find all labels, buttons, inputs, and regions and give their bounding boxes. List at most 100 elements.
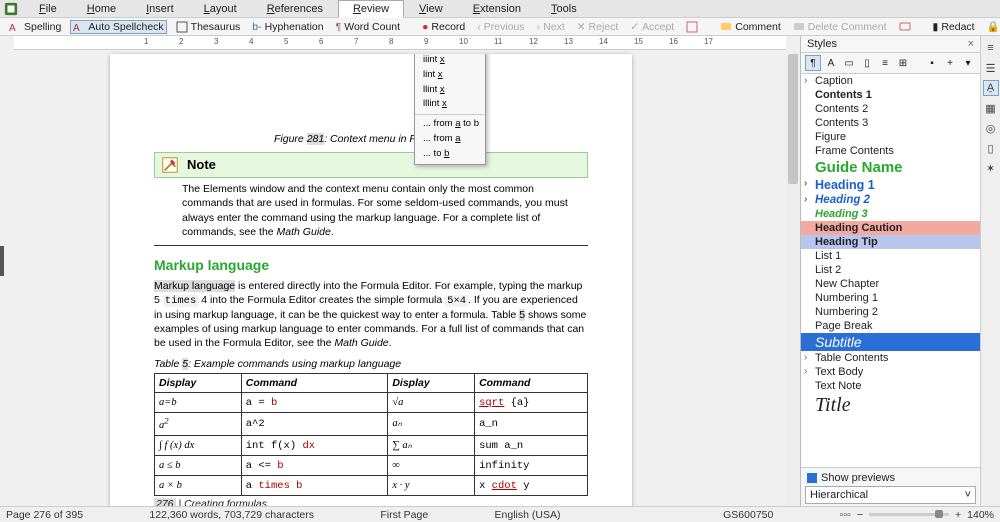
menu-insert[interactable]: Insert [131, 0, 189, 18]
show-changes-button[interactable] [683, 20, 701, 34]
table-row: ∫ f (x) dxint f(x) dx∑ aₙsum a_n [155, 435, 588, 455]
inspector-deck-icon[interactable]: ✶ [983, 160, 999, 176]
menu-home[interactable]: Home [72, 0, 131, 18]
table-row: a × ba times bx · yx cdot y [155, 476, 588, 496]
delete-comment-button[interactable]: Delete Comment [790, 20, 890, 34]
properties-deck-icon[interactable]: ☰ [983, 60, 999, 76]
side-panel: Styles × ¶ A ▭ ▯ ≡ ⊞ ▪ + ▾ CaptionConte [800, 36, 1000, 506]
horizontal-ruler[interactable]: 1234567891011121314151617 [14, 36, 786, 50]
style-contents-3[interactable]: Contents 3 [801, 116, 980, 130]
protect-button[interactable]: 🔒 Protect [984, 19, 1000, 34]
close-icon[interactable]: × [968, 38, 974, 50]
hyphenation-button[interactable]: b-Hyphenation [249, 20, 326, 34]
style-heading-tip[interactable]: Heading Tip [801, 235, 980, 249]
style-subtitle[interactable]: Subtitle [801, 333, 980, 351]
figure-caption: Figure 281: Context menu in Formula Edit… [154, 132, 588, 146]
style-list-2[interactable]: List 2 [801, 263, 980, 277]
style-table-contents[interactable]: Table Contents [801, 351, 980, 365]
thesaurus-button[interactable]: Thesaurus [173, 20, 244, 34]
navigator-deck-icon[interactable]: ◎ [983, 120, 999, 136]
reject-button[interactable]: ✕ Reject [574, 20, 622, 34]
table-row: a2a^2aₙa_n [155, 413, 588, 436]
styles-list[interactable]: CaptionContents 1Contents 2Contents 3Fig… [801, 74, 980, 467]
ctx-item[interactable]: ... from a to b [415, 117, 485, 132]
zoom-value[interactable]: 140% [967, 509, 994, 521]
menu-tools[interactable]: Tools [536, 0, 592, 18]
styles-deck-icon[interactable]: A̱ [983, 80, 999, 96]
zoom-slider[interactable] [869, 513, 949, 516]
menu-view[interactable]: View [404, 0, 458, 18]
character-styles-icon[interactable]: A [823, 55, 839, 71]
vertical-scrollbar[interactable] [786, 50, 800, 506]
menu-layout[interactable]: Layout [189, 0, 252, 18]
style-contents-2[interactable]: Contents 2 [801, 102, 980, 116]
fill-format-icon[interactable]: ▪ [924, 55, 940, 71]
menu-file[interactable]: File [24, 0, 72, 18]
styles-filter-combo[interactable]: Hierarchical˅ [805, 486, 976, 504]
spelling-button[interactable]: ASpelling [6, 20, 64, 34]
previous-button[interactable]: ‹ Previous [474, 20, 527, 34]
status-bar: Page 276 of 395 122,360 words, 703,729 c… [0, 506, 1000, 522]
sidebar-settings-icon[interactable]: ≡ [983, 40, 999, 56]
ctx-item[interactable]: ... to b [415, 147, 485, 162]
menu-extension[interactable]: Extension [458, 0, 536, 18]
style-contents-1[interactable]: Contents 1 [801, 88, 980, 102]
style-actions-icon[interactable]: ▾ [960, 55, 976, 71]
next-button[interactable]: › Next [534, 20, 568, 34]
ctx-item[interactable]: iiint x [415, 54, 485, 68]
app-logo [4, 2, 18, 16]
auto-spellcheck-button[interactable]: AAuto Spellcheck [70, 20, 166, 34]
style-heading-caution[interactable]: Heading Caution [801, 221, 980, 235]
style-numbering-2[interactable]: Numbering 2 [801, 305, 980, 319]
table-caption: Table 5: Example commands using markup l… [154, 357, 588, 371]
status-zoom[interactable]: ▫▫▫ − + 140% [840, 509, 994, 521]
page-deck-icon[interactable]: ▯ [983, 140, 999, 156]
review-toolbar: ASpelling AAuto Spellcheck Thesaurus b-H… [0, 18, 1000, 36]
table-header: Command [241, 373, 388, 392]
style-figure[interactable]: Figure [801, 130, 980, 144]
frame-styles-icon[interactable]: ▭ [841, 55, 857, 71]
ctx-item[interactable]: llint x [415, 83, 485, 98]
style-heading-2[interactable]: Heading 2 [801, 193, 980, 207]
ctx-item[interactable]: ... from a [415, 132, 485, 147]
style-page-break[interactable]: Page Break [801, 319, 980, 333]
ctx-item[interactable]: lllint x [415, 97, 485, 112]
document-area: 1234567891011121314151617 iiint xlint xl… [0, 36, 800, 506]
new-style-icon[interactable]: + [942, 55, 958, 71]
accept-button[interactable]: ✓ Accept [627, 20, 677, 34]
status-page-style[interactable]: First Page [380, 509, 428, 521]
sidebar-deck-rail: ≡ ☰ A̱ ▦ ◎ ▯ ✶ [980, 36, 1000, 506]
paragraph-styles-icon[interactable]: ¶ [805, 55, 821, 71]
change-mark [0, 246, 4, 276]
style-text-body[interactable]: Text Body [801, 365, 980, 379]
menu-references[interactable]: References [252, 0, 338, 18]
show-previews-checkbox[interactable]: Show previews [805, 470, 976, 486]
list-styles-icon[interactable]: ≡ [877, 55, 893, 71]
menu-review[interactable]: Review [338, 0, 404, 18]
format-comments-button[interactable] [896, 20, 914, 34]
comment-button[interactable]: Comment [717, 20, 784, 34]
word-count-button[interactable]: ¶Word Count [333, 20, 403, 34]
style-guide-name[interactable]: Guide Name [801, 158, 980, 177]
table-row: a ≤ ba <= b∞infinity [155, 455, 588, 475]
style-title[interactable]: Title [801, 393, 980, 418]
note-icon [161, 156, 179, 174]
ctx-item[interactable]: lint x [415, 68, 485, 83]
status-wordcount[interactable]: 122,360 words, 703,729 characters [149, 509, 314, 521]
view-layout-icon[interactable]: ▫▫▫ [840, 509, 851, 521]
style-caption[interactable]: Caption [801, 74, 980, 88]
redact-button[interactable]: ▮ Redact [930, 20, 978, 34]
style-heading-1[interactable]: Heading 1 [801, 177, 980, 193]
status-language[interactable]: English (USA) [495, 509, 561, 521]
style-new-chapter[interactable]: New Chapter [801, 277, 980, 291]
page-styles-icon[interactable]: ▯ [859, 55, 875, 71]
gallery-deck-icon[interactable]: ▦ [983, 100, 999, 116]
style-list-1[interactable]: List 1 [801, 249, 980, 263]
style-text-note[interactable]: Text Note [801, 379, 980, 393]
record-button[interactable]: ●Record [419, 20, 468, 34]
status-page[interactable]: Page 276 of 395 [6, 509, 83, 521]
style-numbering-1[interactable]: Numbering 1 [801, 291, 980, 305]
style-heading-3[interactable]: Heading 3 [801, 207, 980, 221]
table-styles-icon[interactable]: ⊞ [895, 55, 911, 71]
style-frame-contents[interactable]: Frame Contents [801, 144, 980, 158]
